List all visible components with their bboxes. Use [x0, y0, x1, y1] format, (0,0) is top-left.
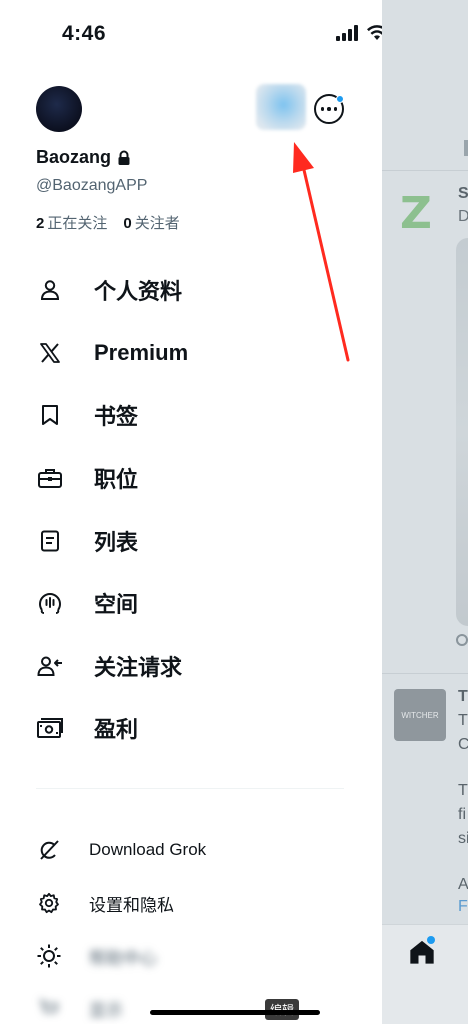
menu-item-follow-requests[interactable]: 关注请求 — [0, 635, 382, 698]
timeline-tab-indicator — [464, 140, 468, 156]
cart-icon — [36, 995, 62, 1021]
briefcase-icon — [36, 464, 64, 492]
notification-dot — [336, 95, 344, 103]
sun-icon — [36, 943, 62, 969]
menu-item-spaces[interactable]: 空间 — [0, 572, 382, 635]
timeline-background[interactable]: Z S D WITCHER T T C T fi si A Fl — [382, 0, 468, 1024]
post-avatar-logo: Z — [400, 188, 432, 239]
x-logo-icon — [36, 339, 64, 367]
lock-icon — [118, 150, 130, 165]
profile-avatar[interactable] — [36, 86, 82, 132]
home-indicator[interactable] — [150, 1010, 320, 1015]
post-text-line: T — [458, 712, 468, 729]
dot — [333, 107, 338, 111]
reply-icon — [456, 634, 468, 646]
post-avatar-witcher: WITCHER — [394, 689, 446, 741]
monetization-icon — [36, 714, 64, 742]
timeline-divider — [382, 170, 468, 171]
followers-link[interactable]: 0 关注者 — [123, 212, 179, 233]
settings-privacy-label: 设置和隐私 — [89, 895, 174, 915]
list-icon — [36, 527, 64, 555]
post-text: D — [458, 208, 468, 225]
menu-item-jobs[interactable]: 职位 — [0, 447, 382, 510]
person-icon — [36, 276, 64, 304]
menu-item-lists[interactable]: 列表 — [0, 509, 382, 572]
menu-label: Premium — [94, 339, 189, 365]
menu-label: 盈利 — [94, 717, 139, 743]
switch-account-avatar[interactable] — [256, 84, 306, 130]
help-center-link[interactable]: 帮助中心 — [0, 936, 382, 976]
post-media — [456, 238, 468, 626]
witcher-logo-text: WITCHER — [401, 710, 439, 720]
menu-label: 职位 — [94, 467, 139, 493]
display-link[interactable]: 显示 — [0, 988, 382, 1024]
status-time: 4:46 — [62, 22, 107, 45]
dot — [327, 107, 331, 111]
menu-item-monetization[interactable]: 盈利 — [0, 697, 382, 760]
menu-label: 关注请求 — [94, 654, 183, 680]
gear-icon — [36, 890, 62, 916]
post-text-line: si — [458, 830, 468, 847]
spaces-icon — [36, 589, 64, 617]
cellular-signal-icon — [336, 24, 358, 41]
help-center-label: 帮助中心 — [89, 948, 157, 968]
post-author: T — [458, 688, 468, 705]
bookmark-icon — [36, 401, 64, 429]
follow-request-icon — [36, 652, 64, 680]
settings-privacy-link[interactable]: 设置和隐私 — [0, 883, 382, 923]
download-grok-label: Download Grok — [89, 840, 207, 859]
dot — [320, 107, 325, 111]
timeline-divider — [382, 673, 468, 674]
menu-divider — [36, 788, 344, 789]
menu-label: 个人资料 — [94, 279, 183, 305]
display-name[interactable]: Baozang — [36, 147, 131, 168]
post-text-line: A — [458, 876, 468, 893]
annotation-arrow — [293, 142, 350, 362]
post-link-line: Fl — [458, 898, 468, 915]
menu-item-bookmarks[interactable]: 书签 — [0, 384, 382, 447]
user-handle: @BaozangAPP — [36, 177, 148, 194]
post-text-line: T — [458, 782, 468, 799]
follow-stats: 2 正在关注 0 关注者 — [36, 212, 180, 233]
display-label: 显示 — [89, 1000, 123, 1020]
grok-icon — [36, 837, 62, 863]
download-grok-link[interactable]: Download Grok — [0, 830, 382, 870]
home-notification-dot — [427, 936, 435, 944]
post-author: S — [458, 185, 468, 202]
display-name-text: Baozang — [36, 147, 112, 167]
menu-label: 列表 — [94, 529, 139, 555]
following-link[interactable]: 2 正在关注 — [36, 212, 107, 233]
post-text-line: C — [458, 736, 468, 753]
post-text-line: fi — [458, 806, 466, 823]
menu-label: 书签 — [94, 404, 139, 430]
menu-label: 空间 — [94, 592, 139, 618]
